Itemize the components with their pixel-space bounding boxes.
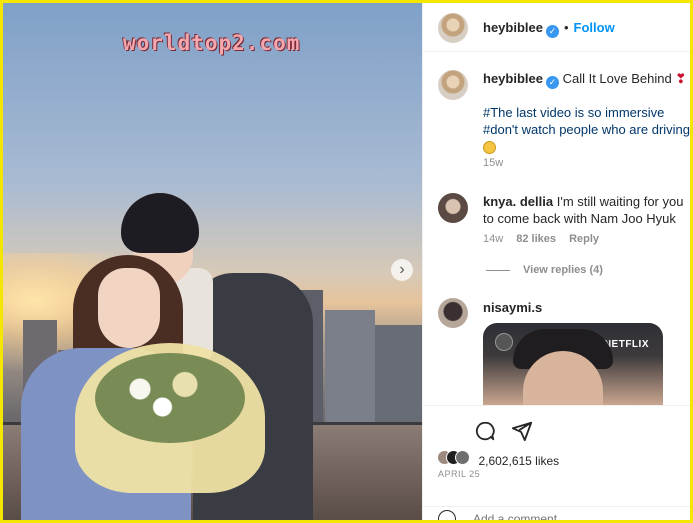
likes-row: 2,602,615 likes (437, 450, 559, 470)
instagram-post-window: worldtop2.com › heybiblee ✓ • Follow heybib… (3, 3, 690, 520)
caption: heybiblee ✓ Call It Love Behind ❣ (483, 70, 688, 89)
comment-icon[interactable] (474, 420, 496, 442)
emoji-icon (483, 139, 496, 157)
channel-logo-icon (495, 333, 513, 351)
comment-username[interactable]: nisaymi.s (483, 300, 542, 315)
caption-hashtag-1[interactable]: #The last video is so immersive (483, 104, 690, 121)
background-building (375, 325, 422, 430)
verified-badge-icon: ✓ (545, 25, 559, 38)
verified-badge-icon: ✓ (545, 76, 559, 89)
heart-icon: ❣ (675, 71, 687, 86)
header-user: heybiblee ✓ • Follow (483, 19, 615, 38)
caption-time: 15w (483, 157, 504, 169)
add-comment-bar (423, 506, 690, 520)
post-header: heybiblee ✓ • Follow (423, 3, 690, 52)
comment-avatar[interactable] (438, 193, 468, 223)
post-photo[interactable]: worldtop2.com › (3, 3, 422, 520)
comment-1: knya. dellia I'm still waiting for you (483, 193, 688, 210)
man-hair (121, 193, 199, 253)
view-replies-button[interactable]: View replies (4) (523, 264, 603, 276)
caption-avatar[interactable] (438, 70, 468, 100)
likes-count[interactable]: 2,602,615 likes (478, 454, 559, 468)
bouquet-flowers (95, 353, 245, 443)
watermark: worldtop2.com (123, 31, 301, 55)
caption-username[interactable]: heybiblee (483, 71, 543, 86)
emoji-icon[interactable] (438, 510, 456, 520)
comment-username[interactable]: knya. dellia (483, 194, 553, 209)
post-date: APRIL 25 (438, 469, 481, 479)
comment-2: nisaymi.s (483, 299, 542, 317)
comment-video-thumbnail[interactable]: NETFLIX (483, 323, 663, 405)
avatar[interactable] (438, 13, 468, 43)
share-icon[interactable] (511, 420, 533, 442)
username[interactable]: heybiblee (483, 20, 543, 35)
add-comment-input[interactable] (473, 512, 673, 520)
post-actions: 2,602,615 likes APRIL 25 (423, 405, 690, 520)
comment-avatar[interactable] (438, 298, 468, 328)
comment-time: 14w (483, 233, 504, 245)
comment-likes[interactable]: 82 likes (516, 233, 556, 245)
background-building (325, 310, 375, 430)
liker-avatar (455, 450, 470, 465)
chevron-right-icon[interactable]: › (391, 259, 413, 281)
comment-meta: 14w 82 likes Reply (483, 233, 599, 245)
separator-dot: • (563, 20, 569, 35)
reply-button[interactable]: Reply (569, 233, 599, 245)
replies-divider (486, 270, 510, 271)
comment-text: I'm still waiting for you (556, 194, 684, 209)
caption-title: Call It Love Behind (562, 71, 672, 86)
post-side-panel: heybiblee ✓ • Follow heybiblee ✓ Call It Lov… (422, 3, 690, 520)
comment-text-cont: to come back with Nam Joo Hyuk (483, 211, 676, 226)
caption-hashtag-2[interactable]: #don't watch people who are driving (483, 121, 690, 138)
follow-button[interactable]: Follow (574, 20, 615, 35)
woman-face (98, 268, 160, 348)
